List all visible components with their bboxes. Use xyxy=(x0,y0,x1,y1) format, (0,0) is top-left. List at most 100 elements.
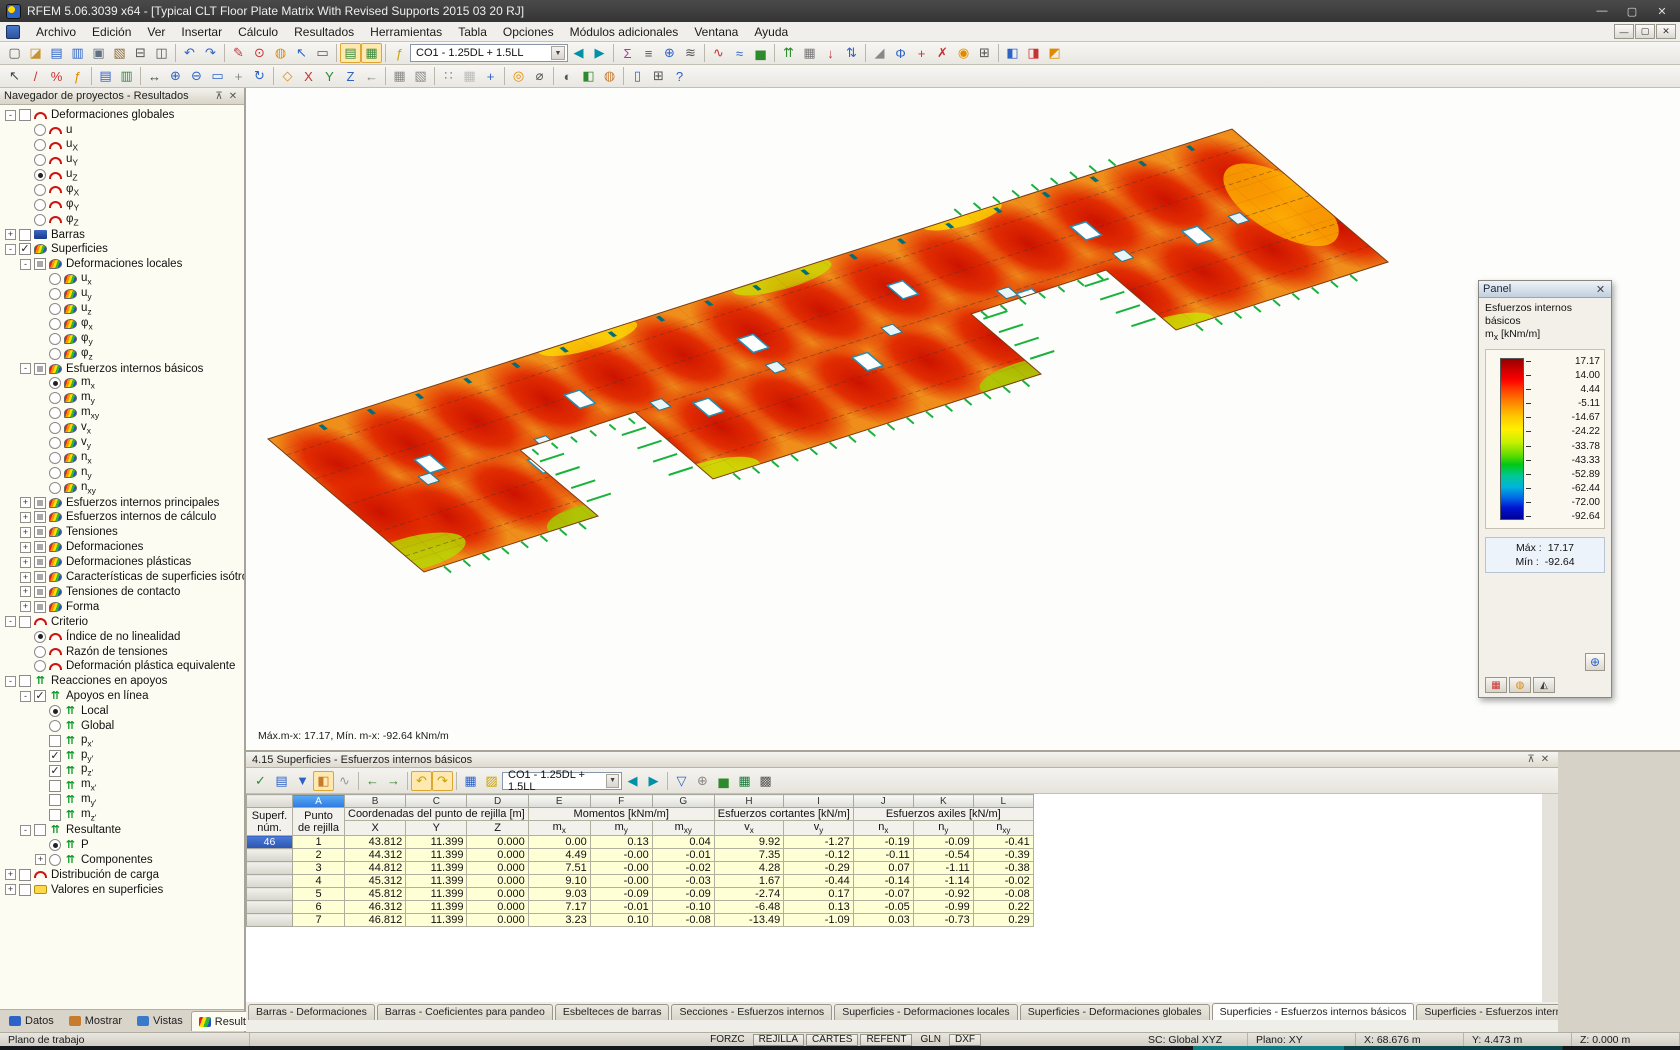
table-grid-view-icon[interactable]: ▦ xyxy=(460,771,481,791)
tree-item-esfuerzos-internos-b-sicos[interactable]: - Esfuerzos internos básicos xyxy=(2,361,244,376)
layers-icon[interactable]: ▤ xyxy=(95,66,116,86)
visibility-icon[interactable]: ◐ xyxy=(557,66,578,86)
collapse-icon[interactable]: - xyxy=(5,616,16,628)
column-letter-B[interactable]: B xyxy=(343,794,407,808)
cell-value[interactable]: -0.38 xyxy=(972,861,1034,876)
table-redo-icon[interactable]: ↷ xyxy=(432,770,453,791)
panel-zoom-button[interactable]: ⊕ xyxy=(1585,653,1605,671)
measure-icon[interactable]: ⌀ xyxy=(529,66,550,86)
cell-grid-point[interactable]: 2 xyxy=(292,848,345,863)
tree-item-tensiones-de-contacto[interactable]: + Tensiones de contacto xyxy=(2,585,244,600)
row-header[interactable] xyxy=(246,874,293,889)
expand-icon[interactable]: + xyxy=(5,229,16,241)
cell-value[interactable]: 11.399 xyxy=(405,900,468,915)
expand-icon[interactable]: + xyxy=(20,526,31,538)
pick-cursor-icon[interactable]: ↖ xyxy=(291,43,312,63)
tree-radio[interactable] xyxy=(49,437,61,450)
tree-checkbox[interactable] xyxy=(49,734,61,747)
tree-item-raz-n-de-tensiones[interactable]: Razón de tensiones xyxy=(2,644,244,659)
cell-value[interactable]: -1.14 xyxy=(912,874,974,889)
select-cursor-icon[interactable]: ↖ xyxy=(4,66,25,86)
mdi-minimize-button[interactable]: — xyxy=(1614,24,1634,39)
tree-item-u-z[interactable]: uz xyxy=(2,302,244,317)
cell-value[interactable]: 7.51 xyxy=(527,861,591,876)
cell-value[interactable]: 11.399 xyxy=(405,913,468,928)
tree-radio[interactable] xyxy=(34,154,46,167)
tree-radio[interactable] xyxy=(34,630,46,643)
tree-item-p-xp[interactable]: ⇈ px' xyxy=(2,733,244,748)
tree-item-barras[interactable]: + Barras xyxy=(2,227,244,242)
print-preview-icon[interactable]: ◫ xyxy=(151,43,172,63)
graphics-viewport[interactable]: Máx.m-x: 17.17, Mín. m-x: -92.64 kNm/m xyxy=(246,88,1680,750)
cell-value[interactable]: -0.02 xyxy=(651,861,715,876)
close-button[interactable]: ✕ xyxy=(1648,3,1676,20)
menu-herramientas[interactable]: Herramientas xyxy=(362,23,450,41)
expand-icon[interactable]: + xyxy=(20,601,31,613)
status-button-rejilla[interactable]: REJILLA xyxy=(752,1033,805,1046)
collapse-icon[interactable]: - xyxy=(20,258,31,270)
tree-item-u-y[interactable]: uy xyxy=(2,287,244,302)
cell-value[interactable]: -0.01 xyxy=(651,848,715,863)
print-graphic-icon[interactable]: ⊞ xyxy=(974,43,995,63)
model-3d-view[interactable] xyxy=(246,88,1680,750)
info-icon[interactable]: ◉ xyxy=(953,43,974,63)
save-as-icon[interactable]: ▥ xyxy=(67,43,88,63)
panel-top-icon[interactable]: ◩ xyxy=(1044,43,1065,63)
edit-pencil-icon[interactable]: ✎ xyxy=(228,43,249,63)
cell-value[interactable]: -0.39 xyxy=(972,848,1034,863)
tree-radio[interactable] xyxy=(49,347,61,360)
cell-value[interactable]: -0.01 xyxy=(589,900,653,915)
cell-value[interactable]: 0.000 xyxy=(466,848,529,863)
tree-item-n-y[interactable]: ny xyxy=(2,465,244,480)
minimize-button[interactable]: — xyxy=(1588,3,1616,20)
status-button-dxf[interactable]: DXF xyxy=(949,1033,981,1046)
print-icon[interactable]: ⊟ xyxy=(130,43,151,63)
table-tab[interactable]: Superficies - Esfuerzos internos básicos xyxy=(1211,1003,1415,1020)
cell-value[interactable]: -1.11 xyxy=(912,861,974,876)
tree-item-criterio[interactable]: - Criterio xyxy=(2,614,244,629)
tree-checkbox[interactable] xyxy=(34,258,46,271)
select-all-icon[interactable]: ▦ xyxy=(389,66,410,86)
menu-edici-n[interactable]: Edición xyxy=(84,23,139,41)
export-excel-icon[interactable]: ▦ xyxy=(734,771,755,791)
tree-item-m-zp[interactable]: ⇈ mz' xyxy=(2,808,244,823)
table-curve-icon[interactable]: ∿ xyxy=(334,771,355,791)
tree-item-deformaciones-globales[interactable]: - Deformaciones globales xyxy=(2,108,244,123)
tree-radio[interactable] xyxy=(49,317,61,330)
cell-value[interactable]: 46.812 xyxy=(343,913,407,928)
table-loadcase-combo[interactable]: CO1 - 1.25DL + 1.5LL ▼ xyxy=(502,769,622,793)
diagram-moment-icon[interactable]: ∿ xyxy=(708,43,729,63)
tree-item-u-Z[interactable]: uZ xyxy=(2,168,244,183)
mdi-document-icon[interactable] xyxy=(6,24,20,39)
table-pin-icon[interactable]: ⊼ xyxy=(1524,754,1538,765)
redo-icon[interactable]: ↷ xyxy=(200,43,221,63)
table-close-icon[interactable]: ✕ xyxy=(1538,754,1552,765)
cell-value[interactable]: -0.54 xyxy=(912,848,974,863)
cell-value[interactable]: -0.10 xyxy=(651,900,715,915)
phi-tool-icon[interactable]: Φ xyxy=(890,43,911,63)
tree-item-valores-en-superficies[interactable]: + Valores en superficies xyxy=(2,882,244,897)
cell-value[interactable]: 4.28 xyxy=(713,861,785,876)
show-tables-icon[interactable]: ▦ xyxy=(361,43,382,63)
tree-radio[interactable] xyxy=(34,198,46,211)
tree-item-global[interactable]: ⇈ Global xyxy=(2,719,244,734)
view-isometric-icon[interactable]: ◇ xyxy=(277,66,298,86)
table-prev-case-icon[interactable]: ◀ xyxy=(622,771,643,791)
display-properties-icon[interactable]: ◍ xyxy=(599,66,620,86)
cell-value[interactable]: 0.000 xyxy=(466,900,529,915)
cell-value[interactable]: -1.09 xyxy=(783,913,854,928)
new-window-icon[interactable]: ▭ xyxy=(312,43,333,63)
tree-item-m-xp[interactable]: ⇈ mx' xyxy=(2,778,244,793)
zoom-in-icon[interactable]: ⊕ xyxy=(165,66,186,86)
tree-checkbox[interactable] xyxy=(34,362,46,375)
tree-checkbox[interactable]: ✓ xyxy=(49,764,61,777)
cell-value[interactable]: 11.399 xyxy=(405,835,468,850)
tree-item-distribuci-n-de-carga[interactable]: + Distribución de carga xyxy=(2,867,244,882)
cell-value[interactable]: -0.11 xyxy=(852,848,914,863)
guidelines-icon[interactable]: + xyxy=(480,66,501,86)
collapse-icon[interactable]: - xyxy=(20,690,31,702)
tree-item-v-y[interactable]: vy xyxy=(2,436,244,451)
cell-value[interactable]: 9.92 xyxy=(713,835,785,850)
cell-value[interactable]: 0.03 xyxy=(852,913,914,928)
status-button-gln[interactable]: GLN xyxy=(914,1034,947,1046)
